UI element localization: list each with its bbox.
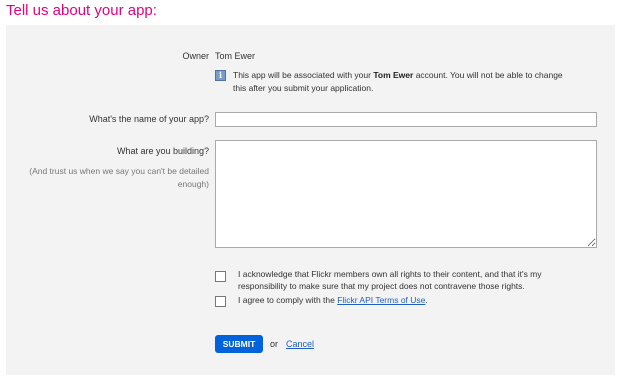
cancel-link[interactable]: Cancel (286, 339, 314, 349)
info-icon: i (215, 70, 226, 81)
terms-agree-checkbox[interactable] (215, 296, 226, 307)
owner-info-message: This app will be associated with your To… (233, 70, 563, 93)
page-title: Tell us about your app: (6, 2, 157, 19)
rights-acknowledge-text: I acknowledge that Flickr members own al… (238, 269, 542, 291)
owner-info-account-name: Tom Ewer (373, 70, 414, 80)
or-text: or (270, 339, 279, 349)
app-form-panel: Owner Tom Ewer i This app will be associ… (6, 25, 615, 375)
owner-label: Owner (182, 51, 209, 61)
terms-of-use-link[interactable]: Flickr API Terms of Use (337, 295, 425, 305)
submit-button[interactable]: SUBMIT (215, 335, 263, 353)
building-label: What are you building? (116, 146, 209, 156)
building-description-textarea[interactable] (215, 140, 597, 248)
app-name-label: What's the name of your app? (89, 114, 209, 124)
building-hint: (And trust us when we say you can't be d… (29, 166, 209, 189)
app-name-input[interactable] (215, 112, 597, 127)
terms-agree-text: I agree to comply with the Flickr API Te… (238, 295, 428, 305)
rights-acknowledge-checkbox[interactable] (215, 271, 226, 282)
owner-name: Tom Ewer (215, 51, 256, 61)
